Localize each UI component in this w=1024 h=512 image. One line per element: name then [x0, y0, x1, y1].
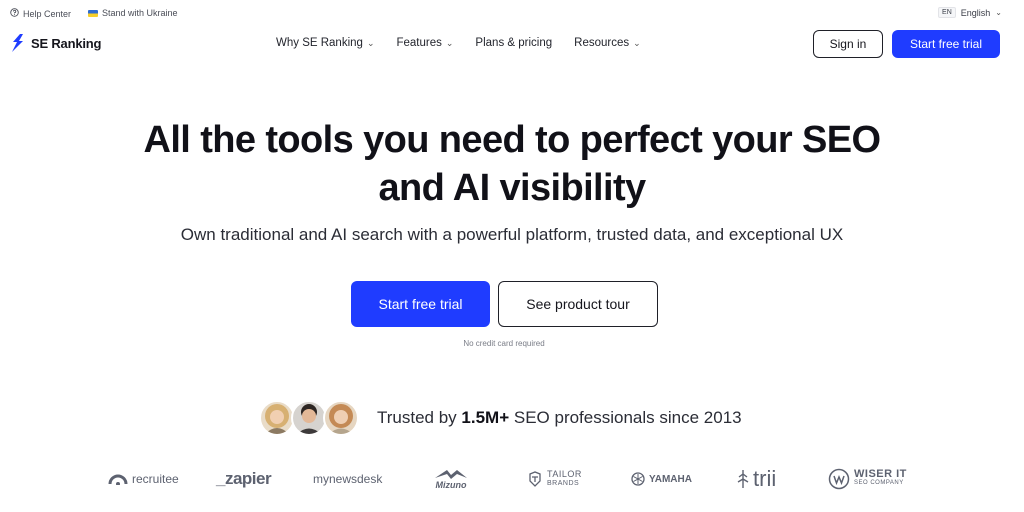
trust-suffix: SEO professionals since 2013 [509, 408, 742, 427]
mizuno-text: Mizuno [435, 480, 467, 490]
trii-tree-icon [737, 470, 749, 488]
header-start-free-trial-button[interactable]: Start free trial [892, 30, 1000, 58]
wiser-text-line-1: WISER IT [854, 468, 907, 480]
hero-title-line-1: All the tools you need to perfect your S… [143, 119, 881, 161]
hero-title: All the tools you need to perfect your S… [0, 116, 1024, 212]
avatar [259, 400, 295, 436]
zapier-text: _zapier [216, 469, 272, 488]
se-ranking-logo-icon [12, 34, 23, 52]
nav-item-label: Plans & pricing [475, 37, 553, 49]
trusted-by-text: Trusted by 1.5M+ SEO professionals since… [377, 408, 742, 428]
recruitee-logo: recruitee [108, 462, 179, 496]
wiser-it-icon [828, 468, 850, 490]
main-nav: Why SE Ranking ⌄ Features ⌄ Plans & pric… [276, 37, 641, 49]
wiser-it-text: WISER IT SEO COMPANY [854, 468, 907, 488]
tailor-brands-text: TAILOR BRANDS [547, 470, 582, 488]
hero-title-line-2: and AI visibility [378, 167, 646, 209]
chevron-down-icon: ⌄ [995, 8, 1002, 17]
help-center-label: Help Center [23, 8, 72, 19]
see-product-tour-button[interactable]: See product tour [498, 281, 658, 327]
mizuno-runbird-icon [435, 470, 467, 479]
nav-why-se-ranking[interactable]: Why SE Ranking ⌄ [276, 37, 374, 49]
language-label: English [960, 7, 991, 18]
chevron-down-icon: ⌄ [633, 37, 641, 48]
nav-item-label: Why SE Ranking [276, 37, 363, 49]
nav-features[interactable]: Features ⌄ [396, 37, 453, 49]
sign-in-button[interactable]: Sign in [813, 30, 883, 58]
se-ranking-logo[interactable]: SE Ranking [10, 33, 101, 53]
stand-with-ukraine-link[interactable]: Stand with Ukraine [88, 8, 178, 18]
recruitee-icon [108, 474, 128, 485]
language-code-badge: EN [938, 7, 956, 18]
hero-start-free-trial-button[interactable]: Start free trial [351, 281, 490, 327]
hero-subtitle: Own traditional and AI search with a pow… [180, 225, 844, 244]
wiser-text-line-2: SEO COMPANY [854, 480, 904, 486]
trust-count: 1.5M+ [461, 408, 510, 427]
trii-logo: trii [737, 462, 776, 496]
tailor-brands-logo: TAILOR BRANDS [527, 462, 582, 496]
chevron-down-icon: ⌄ [445, 37, 454, 48]
nav-item-label: Resources [574, 37, 630, 49]
tailor-text-line-1: TAILOR [547, 469, 582, 479]
avatar [323, 400, 359, 436]
tailor-text-line-2: BRANDS [547, 480, 580, 487]
help-icon [10, 8, 19, 19]
nav-item-label: Features [396, 37, 442, 49]
stand-with-ukraine-label: Stand with Ukraine [102, 8, 178, 18]
mynewsdesk-logo: mynewsdesk [313, 462, 382, 496]
brand-name: SE Ranking [31, 35, 102, 51]
top-utility-bar: Help Center Stand with Ukraine EN Englis… [0, 0, 1024, 26]
chevron-down-icon: ⌄ [366, 37, 375, 48]
trii-text: trii [753, 466, 777, 491]
yamaha-text: YAMAHA [649, 473, 692, 485]
recruitee-text: recruitee [132, 472, 179, 486]
user-avatars [259, 400, 359, 436]
mizuno-logo: Mizuno [433, 462, 469, 496]
nav-resources[interactable]: Resources ⌄ [574, 37, 641, 49]
zapier-logo: _zapier [216, 462, 272, 496]
client-logos: recruitee _zapier mynewsdesk Mizuno TAIL… [0, 462, 1024, 496]
tailor-brands-icon [529, 471, 541, 487]
ukraine-flag-icon [88, 9, 98, 17]
language-selector[interactable]: EN English ⌄ [938, 7, 1002, 18]
wiser-it-logo: WISER IT SEO COMPANY [828, 462, 907, 496]
help-center-link[interactable]: Help Center [10, 8, 71, 19]
no-credit-card-note: No credit card required [463, 339, 545, 348]
yamaha-icon [631, 472, 645, 486]
avatar [291, 400, 327, 436]
mynewsdesk-text: mynewsdesk [313, 472, 383, 486]
nav-plans-pricing[interactable]: Plans & pricing [475, 37, 552, 49]
yamaha-logo: YAMAHA [631, 462, 692, 496]
trust-prefix: Trusted by [377, 408, 462, 427]
